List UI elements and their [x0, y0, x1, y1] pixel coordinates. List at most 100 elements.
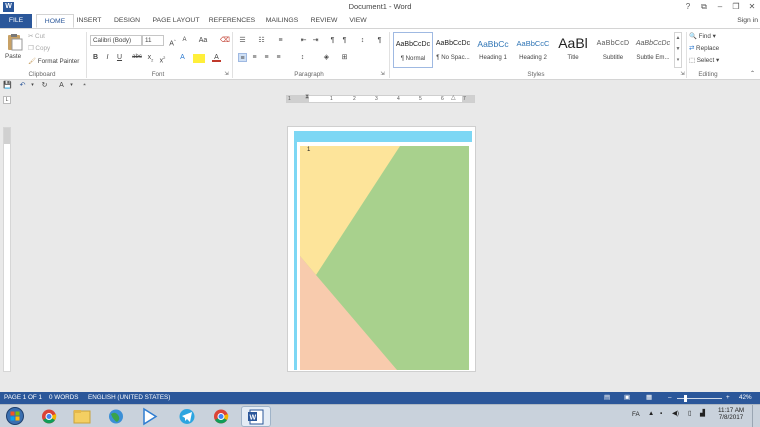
customize-toolbar-icon[interactable]: ⩡	[80, 81, 89, 90]
tab-view[interactable]: VIEW	[346, 14, 370, 28]
text-format-icon[interactable]: A	[57, 81, 66, 90]
highlight-color-icon[interactable]	[193, 54, 205, 63]
taskbar-file-explorer[interactable]	[67, 406, 97, 427]
rtl-icon[interactable]: ¶	[340, 36, 349, 45]
zoom-slider[interactable]	[677, 394, 722, 402]
taskbar-word[interactable]: W	[241, 406, 271, 427]
styles-scroll[interactable]: ▲ ▼ ▾	[674, 32, 682, 68]
numbering-icon[interactable]: ☷	[257, 36, 266, 45]
tab-review[interactable]: REVIEW	[308, 14, 340, 28]
zoom-in-icon[interactable]: +	[726, 392, 730, 404]
borders-icon[interactable]: ⊞	[340, 53, 349, 62]
shading-icon[interactable]: ◈	[322, 53, 331, 62]
taskbar-earth[interactable]	[101, 406, 131, 427]
bold-icon[interactable]: B	[91, 53, 100, 62]
web-layout-icon[interactable]: ▦	[646, 392, 652, 404]
tab-file[interactable]: FILE	[0, 14, 32, 28]
ribbon-display-options-icon[interactable]: ⧉	[697, 1, 711, 13]
print-layout-icon[interactable]: ▣	[624, 392, 630, 404]
sign-in-link[interactable]: Sign in	[737, 14, 758, 28]
grow-font-icon[interactable]: A^	[168, 36, 177, 47]
show-desktop-button[interactable]	[752, 405, 759, 427]
change-case-icon[interactable]: Aa	[196, 36, 210, 45]
italic-icon[interactable]: I	[103, 53, 112, 62]
page-count-status[interactable]: PAGE 1 OF 1	[4, 392, 42, 404]
undo-dropdown-icon[interactable]: ▾	[28, 81, 37, 90]
style-subtitle[interactable]: AaBbCcD Subtitle	[593, 32, 633, 68]
restore-button[interactable]: ❐	[729, 1, 743, 13]
zoom-level[interactable]: 42%	[739, 392, 752, 404]
font-dialog-launcher-icon[interactable]: ⇲	[222, 70, 231, 79]
multilevel-list-icon[interactable]: ≡	[276, 36, 285, 45]
input-language[interactable]: FA	[632, 411, 640, 418]
decrease-indent-icon[interactable]: ⇤	[299, 36, 308, 45]
cut-button[interactable]: ✂ Cut	[28, 33, 45, 40]
align-center-icon[interactable]: ≡	[250, 53, 259, 62]
tab-mailings[interactable]: MAILINGS	[262, 14, 302, 28]
taskbar-media-player[interactable]	[134, 406, 164, 427]
battery-icon[interactable]: ▯	[688, 410, 691, 417]
collapse-ribbon-icon[interactable]: ⌃	[748, 70, 757, 79]
superscript-icon[interactable]: x2	[158, 53, 167, 64]
tray-app-icon[interactable]: ▪	[660, 410, 662, 417]
paste-icon[interactable]	[5, 33, 23, 51]
language-status[interactable]: ENGLISH (UNITED STATES)	[88, 392, 170, 404]
paste-button[interactable]: Paste	[5, 53, 21, 60]
redo-icon[interactable]: ↻	[40, 81, 49, 90]
increase-indent-icon[interactable]: ⇥	[311, 36, 320, 45]
style-title[interactable]: AaBl Title	[553, 32, 593, 68]
justify-icon[interactable]: ≡	[274, 53, 283, 62]
horizontal-ruler[interactable]: ⧗ △ 1 1 2 3 4 5 6 7	[286, 94, 475, 103]
tab-selector-icon[interactable]: L	[3, 96, 11, 104]
tab-page-layout[interactable]: PAGE LAYOUT	[150, 14, 202, 28]
subscript-icon[interactable]: x2	[146, 53, 155, 62]
paragraph-dialog-launcher-icon[interactable]: ⇲	[378, 70, 387, 79]
clock[interactable]: 11:17 AM 7/8/2017	[718, 407, 744, 421]
align-left-icon[interactable]: ≡	[238, 53, 247, 62]
text-format-dropdown-icon[interactable]: ▾	[67, 81, 76, 90]
tab-design[interactable]: DESIGN	[110, 14, 144, 28]
text-effects-icon[interactable]: A	[178, 53, 187, 62]
find-button[interactable]: 🔍 Find ▾	[689, 32, 716, 40]
copy-button[interactable]: ❐ Copy	[28, 45, 50, 52]
line-spacing-icon[interactable]: ↕	[298, 53, 307, 62]
minimize-button[interactable]: –	[713, 1, 727, 13]
show-hidden-icons-icon[interactable]: ▲	[648, 410, 654, 417]
network-icon[interactable]: ▟	[700, 410, 705, 417]
show-marks-icon[interactable]: ¶	[375, 36, 384, 45]
shrink-font-icon[interactable]: A	[180, 36, 189, 45]
word-count-status[interactable]: 0 WORDS	[49, 392, 78, 404]
zoom-slider-thumb[interactable]	[683, 394, 687, 402]
style-heading-2[interactable]: AaBbCcC Heading 2	[513, 32, 553, 68]
vertical-ruler[interactable]	[3, 127, 11, 372]
select-button[interactable]: ⬚ Select ▾	[689, 57, 719, 64]
style-normal[interactable]: AaBbCcDc ¶ Normal	[393, 32, 433, 68]
font-name-select[interactable]: Calibri (Body)	[90, 35, 142, 46]
read-mode-icon[interactable]: ▤	[604, 392, 610, 404]
font-color-icon[interactable]: A	[212, 53, 221, 62]
strikethrough-icon[interactable]: abc	[131, 53, 143, 62]
tab-insert[interactable]: INSERT	[74, 14, 104, 28]
format-painter-button[interactable]: 🖌 Format Painter	[28, 57, 79, 65]
zoom-out-icon[interactable]: –	[668, 392, 672, 404]
font-size-select[interactable]: 11	[142, 35, 164, 46]
taskbar-telegram[interactable]	[172, 406, 202, 427]
taskbar-chrome-2[interactable]	[206, 406, 236, 427]
help-icon[interactable]: ?	[681, 1, 695, 13]
taskbar-chrome[interactable]	[34, 406, 64, 427]
undo-icon[interactable]: ↶	[18, 81, 27, 90]
close-button[interactable]: ✕	[745, 1, 759, 13]
align-right-icon[interactable]: ≡	[262, 53, 271, 62]
save-icon[interactable]: 💾	[3, 81, 12, 90]
ltr-icon[interactable]: ¶	[328, 36, 337, 45]
style-heading-1[interactable]: AaBbCc Heading 1	[473, 32, 513, 68]
replace-button[interactable]: ⇄ Replace	[689, 45, 719, 52]
clear-formatting-icon[interactable]: ⌫	[220, 36, 230, 45]
tab-home[interactable]: HOME	[36, 14, 74, 28]
style-subtle-emphasis[interactable]: AaBbCcDc Subtle Em...	[633, 32, 673, 68]
underline-icon[interactable]: U	[115, 53, 124, 62]
tab-references[interactable]: REFERENCES	[208, 14, 256, 28]
sort-icon[interactable]: ↕	[358, 36, 367, 45]
start-button[interactable]	[4, 407, 26, 425]
volume-icon[interactable]: ◀)	[672, 410, 679, 417]
